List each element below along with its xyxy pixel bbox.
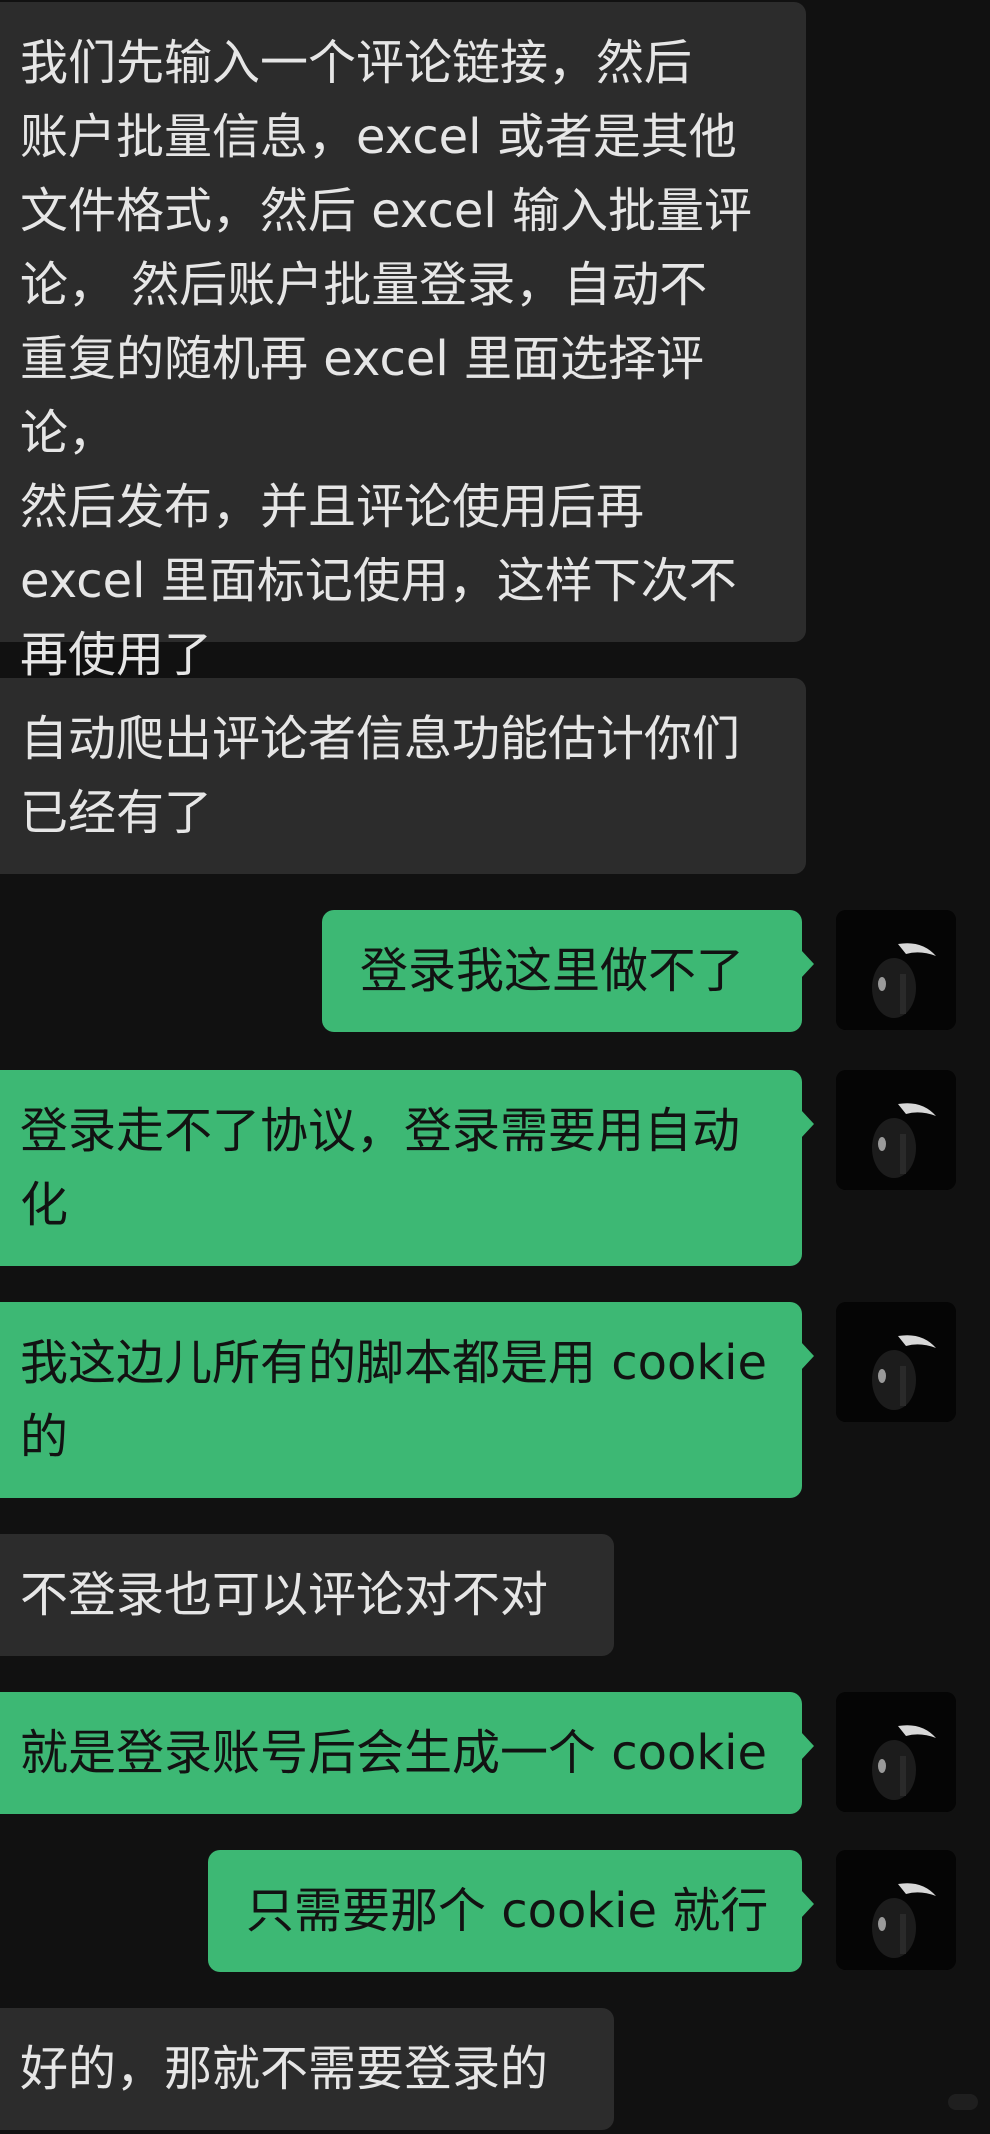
avatar-icon[interactable]: [836, 1692, 956, 1812]
message-outgoing[interactable]: 我这边儿所有的脚本都是用 cookie 的: [0, 1302, 814, 1498]
avatar-icon[interactable]: [836, 1850, 956, 1970]
message-outgoing[interactable]: 就是登录账号后会生成一个 cookie: [0, 1692, 814, 1814]
avatar-image: [836, 1850, 956, 1970]
message-incoming[interactable]: 好的，那就不需要登录的: [0, 2008, 614, 2130]
avatar-icon[interactable]: [836, 1302, 956, 1422]
message-outgoing[interactable]: 登录我这里做不了: [322, 910, 814, 1032]
message-incoming[interactable]: 我们先输入一个评论链接，然后 账户批量信息，excel 或者是其他 文件格式，然…: [0, 2, 806, 683]
message-incoming[interactable]: 不登录也可以评论对不对: [0, 1534, 614, 1656]
avatar-image: [836, 1302, 956, 1422]
avatar-icon[interactable]: [836, 910, 956, 1030]
message-outgoing[interactable]: 登录走不了协议，登录需要用自动 化: [0, 1070, 814, 1266]
message-outgoing[interactable]: 只需要那个 cookie 就行: [208, 1850, 814, 1972]
avatar-image: [836, 1070, 956, 1190]
avatar-image: [836, 910, 956, 1030]
avatar-icon[interactable]: [836, 1070, 956, 1190]
message-incoming[interactable]: 自动爬出评论者信息功能估计你们 已经有了: [0, 678, 806, 874]
watermark: [948, 2094, 978, 2110]
avatar-image: [836, 1692, 956, 1812]
